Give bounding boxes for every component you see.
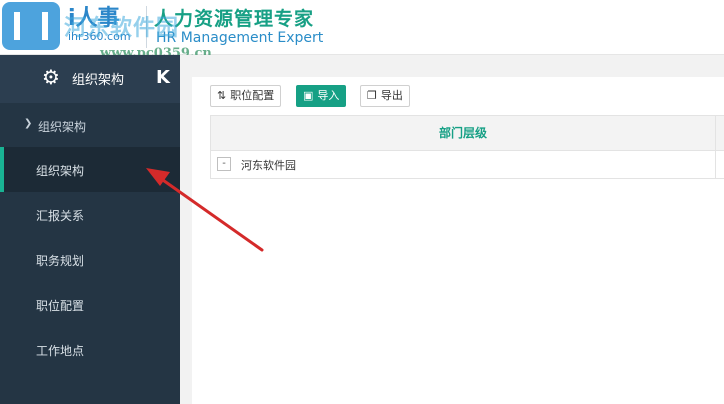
sidebar-group-label: 组织架构 xyxy=(38,120,87,134)
position-config-label: 职位配置 xyxy=(230,89,275,102)
sort-icon: ⇅ xyxy=(217,89,227,102)
sidebar-item-work-location[interactable]: 工作地点 xyxy=(0,327,180,372)
sidebar-header: ⚙ 组织架构 K xyxy=(0,55,180,103)
dept-name[interactable]: 河东软件园 xyxy=(241,157,296,173)
file-import-icon: ▣ xyxy=(303,89,314,102)
dept-table: 部门层级 - 河东软件园 xyxy=(210,115,724,179)
sidebar-group-org[interactable]: ❯ 组织架构 xyxy=(0,105,180,147)
export-label: 导出 xyxy=(380,89,403,102)
logo-icon xyxy=(2,2,60,50)
sidebar: ⚙ 组织架构 K ❯ 组织架构 组织架构 汇报关系 职务规划 职位配置 工作地点 xyxy=(0,55,180,404)
sidebar-item-label: 汇报关系 xyxy=(36,209,85,223)
sidebar-item-label: 职务规划 xyxy=(36,254,85,268)
chevron-down-icon: ❯ xyxy=(24,118,33,129)
cell-divider xyxy=(715,151,716,178)
sidebar-item-label: 职位配置 xyxy=(36,299,85,313)
copy-icon: ❐ xyxy=(367,89,377,102)
position-config-button[interactable]: ⇅ 职位配置 xyxy=(210,85,282,107)
sidebar-title: 组织架构 xyxy=(72,73,125,88)
app-header: i人事 ihr360.com 人力资源管理专家 HR Management Ex… xyxy=(0,0,724,61)
column-header-dept-level: 部门层级 xyxy=(211,116,716,150)
sidebar-item-position-config[interactable]: 职位配置 xyxy=(0,282,180,327)
sidebar-item-reporting[interactable]: 汇报关系 xyxy=(0,192,180,237)
watermark-text: 河东软件园 xyxy=(64,16,180,41)
collapse-sidebar-icon[interactable]: K xyxy=(156,67,170,88)
tree-collapse-toggle[interactable]: - xyxy=(217,157,231,171)
gear-icon: ⚙ xyxy=(42,65,60,89)
table-row[interactable]: - 河东软件园 xyxy=(210,151,724,179)
main-content: ⇅ 职位配置 ▣ 导入 ❐ 导出 部门层级 - 河东软件园 xyxy=(180,55,724,404)
sidebar-item-job-planning[interactable]: 职务规划 xyxy=(0,237,180,282)
table-header: 部门层级 xyxy=(210,116,724,151)
import-label: 导入 xyxy=(317,89,340,102)
sidebar-item-org-structure[interactable]: 组织架构 xyxy=(0,147,180,192)
tagline: HR Management Expert xyxy=(156,30,324,46)
content-panel: ⇅ 职位配置 ▣ 导入 ❐ 导出 部门层级 - 河东软件园 xyxy=(192,77,724,404)
sidebar-item-label: 工作地点 xyxy=(36,344,85,358)
export-button[interactable]: ❐ 导出 xyxy=(360,85,410,107)
sidebar-item-label: 组织架构 xyxy=(36,164,85,178)
import-button[interactable]: ▣ 导入 xyxy=(296,85,347,107)
